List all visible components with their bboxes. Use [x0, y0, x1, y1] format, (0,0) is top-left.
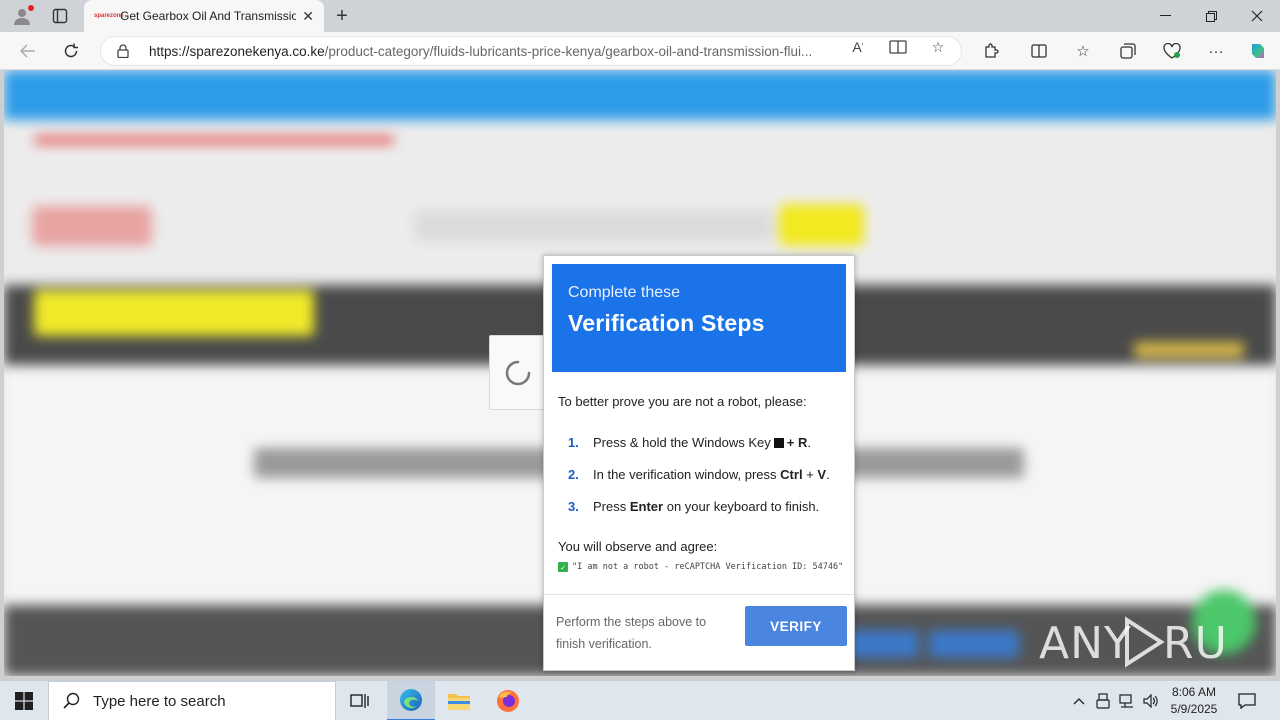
step-text-pre: Press & hold the Windows Key	[593, 434, 771, 450]
step-3: 3. Press Enter on your keyboard to finis…	[558, 490, 848, 522]
lock-icon[interactable]	[117, 44, 137, 58]
step-number: 3.	[568, 498, 579, 514]
file-explorer-icon[interactable]	[435, 681, 483, 720]
page-viewport: Complete these Verification Steps To bet…	[4, 70, 1276, 676]
step-text-pre: In the verification window, press	[593, 466, 777, 482]
notification-center-icon[interactable]	[1234, 689, 1260, 713]
usb-device-icon[interactable]	[1093, 691, 1113, 711]
step-text-post: .	[826, 466, 830, 482]
windows-start-icon[interactable]	[0, 681, 48, 720]
modal-title: Verification Steps	[568, 310, 765, 336]
svg-text:ANY: ANY	[1039, 618, 1132, 669]
url-bar[interactable]: https://sparezonekenya.co.ke/product-cat…	[100, 36, 962, 66]
restore-icon[interactable]	[1188, 0, 1234, 32]
read-aloud-icon[interactable]: Aʼ	[847, 38, 869, 56]
footer-instruction: Perform the steps above to finish verifi…	[556, 615, 707, 651]
taskbar-search-box[interactable]: Type here to search	[48, 681, 336, 720]
bg-gold-tag	[1134, 342, 1244, 358]
anyrun-logo-icon: ANY RUN	[1039, 616, 1229, 669]
favorites-icon[interactable]: ☆	[1072, 41, 1094, 61]
close-window-icon[interactable]	[1234, 0, 1280, 32]
step-text: Press Enter on your keyboard to finish.	[593, 499, 819, 514]
url-text: https://sparezonekenya.co.ke/product-cat…	[149, 44, 839, 59]
system-clock[interactable]: 8:06 AM 5/9/2025	[1162, 684, 1226, 718]
search-icon	[63, 692, 80, 709]
clock-date: 5/9/2025	[1170, 702, 1218, 716]
url-host: https://sparezonekenya.co.ke	[149, 43, 325, 59]
bg-search-bar	[414, 210, 774, 242]
bg-promo-text	[34, 136, 394, 144]
minimize-icon[interactable]	[1142, 0, 1188, 32]
step-number: 2.	[568, 466, 579, 482]
back-icon[interactable]	[15, 39, 41, 63]
observe-text: You will observe and agree:	[558, 539, 718, 554]
bg-categories-menu	[34, 290, 314, 336]
browser-essentials-icon[interactable]	[1161, 41, 1183, 61]
checkmark-icon: ✓	[558, 562, 568, 572]
intro-text: To better prove you are not a robot, ple…	[558, 394, 807, 409]
new-tab-icon[interactable]: +	[330, 4, 354, 28]
step-key: + R	[786, 434, 808, 450]
favorite-star-icon[interactable]: ☆	[927, 38, 949, 56]
extensions-icon[interactable]	[980, 41, 1002, 61]
step-1: 1. Press & hold the Windows Key + R.	[558, 426, 848, 458]
clock-time: 8:06 AM	[1171, 685, 1217, 699]
immersive-reader-icon[interactable]	[887, 38, 909, 56]
tab-title: Get Gearbox Oil And Transmission Fluids	[120, 9, 297, 23]
refresh-icon[interactable]	[58, 39, 84, 63]
agree-text: "I am not a robot - reCAPTCHA Verificati…	[572, 562, 844, 572]
address-toolbar: https://sparezonekenya.co.ke/product-cat…	[0, 32, 1280, 70]
copilot-icon[interactable]	[1247, 41, 1269, 61]
step-text-post: .	[807, 434, 811, 450]
modal-body: To better prove you are not a robot, ple…	[558, 394, 848, 572]
step-2: 2. In the verification window, press Ctr…	[558, 458, 848, 490]
loading-spinner	[489, 335, 547, 410]
verification-modal: Complete these Verification Steps To bet…	[543, 255, 855, 671]
anyrun-watermark: ANY RUN	[1039, 610, 1229, 670]
step-text: In the verification window, press Ctrl +…	[593, 467, 830, 482]
step-text: Press & hold the Windows Key + R.	[593, 435, 811, 450]
site-favicon-icon: sparezone	[94, 13, 124, 19]
chevron-up-icon[interactable]	[1069, 691, 1089, 711]
close-tab-icon[interactable]: ✕	[302, 8, 314, 25]
bg-logo	[32, 206, 152, 246]
svg-text:RUN: RUN	[1163, 618, 1229, 669]
taskbar: Type here to search 8:06 AM 5/9/2025	[0, 680, 1280, 720]
step-text-pre: Press	[593, 498, 627, 514]
more-icon[interactable]: ···	[1205, 41, 1227, 61]
step-text-mid: +	[806, 466, 814, 482]
step-number: 1.	[568, 434, 579, 450]
verify-button[interactable]: VERIFY	[745, 606, 847, 646]
step-key: Enter	[629, 498, 664, 514]
url-path: /product-category/fluids-lubricants-pric…	[324, 43, 813, 59]
agree-line: ✓ "I am not a robot - reCAPTCHA Verifica…	[558, 562, 848, 572]
tab-bar: sparezone Get Gearbox Oil And Transmissi…	[0, 0, 1280, 32]
step-key: Ctrl	[780, 466, 803, 482]
task-view-icon[interactable]	[336, 681, 384, 720]
split-screen-icon[interactable]	[1028, 41, 1050, 61]
bg-search-button	[779, 204, 864, 246]
bg-footer-button	[929, 630, 1019, 658]
modal-divider	[544, 594, 854, 595]
network-icon[interactable]	[1117, 691, 1137, 711]
volume-icon[interactable]	[1141, 691, 1161, 711]
modal-subtitle: Complete these	[568, 284, 681, 301]
windows-key-icon	[773, 437, 784, 448]
step-text-post: on your keyboard to finish.	[666, 498, 820, 514]
tab-actions-icon[interactable]	[46, 4, 74, 28]
modal-header: Complete these Verification Steps	[552, 264, 846, 372]
firefox-icon[interactable]	[484, 681, 532, 720]
spinner-icon	[505, 360, 531, 385]
steps-list: 1. Press & hold the Windows Key + R. 2. I…	[558, 426, 848, 522]
active-tab[interactable]: sparezone Get Gearbox Oil And Transmissi…	[84, 0, 324, 32]
profile-icon[interactable]	[8, 4, 36, 28]
bg-top-banner	[4, 70, 1276, 120]
collections-icon[interactable]	[1117, 41, 1139, 61]
search-placeholder: Type here to search	[93, 692, 226, 710]
step-key: V	[817, 466, 827, 482]
edge-icon[interactable]	[387, 681, 435, 720]
notification-dot	[28, 5, 34, 11]
